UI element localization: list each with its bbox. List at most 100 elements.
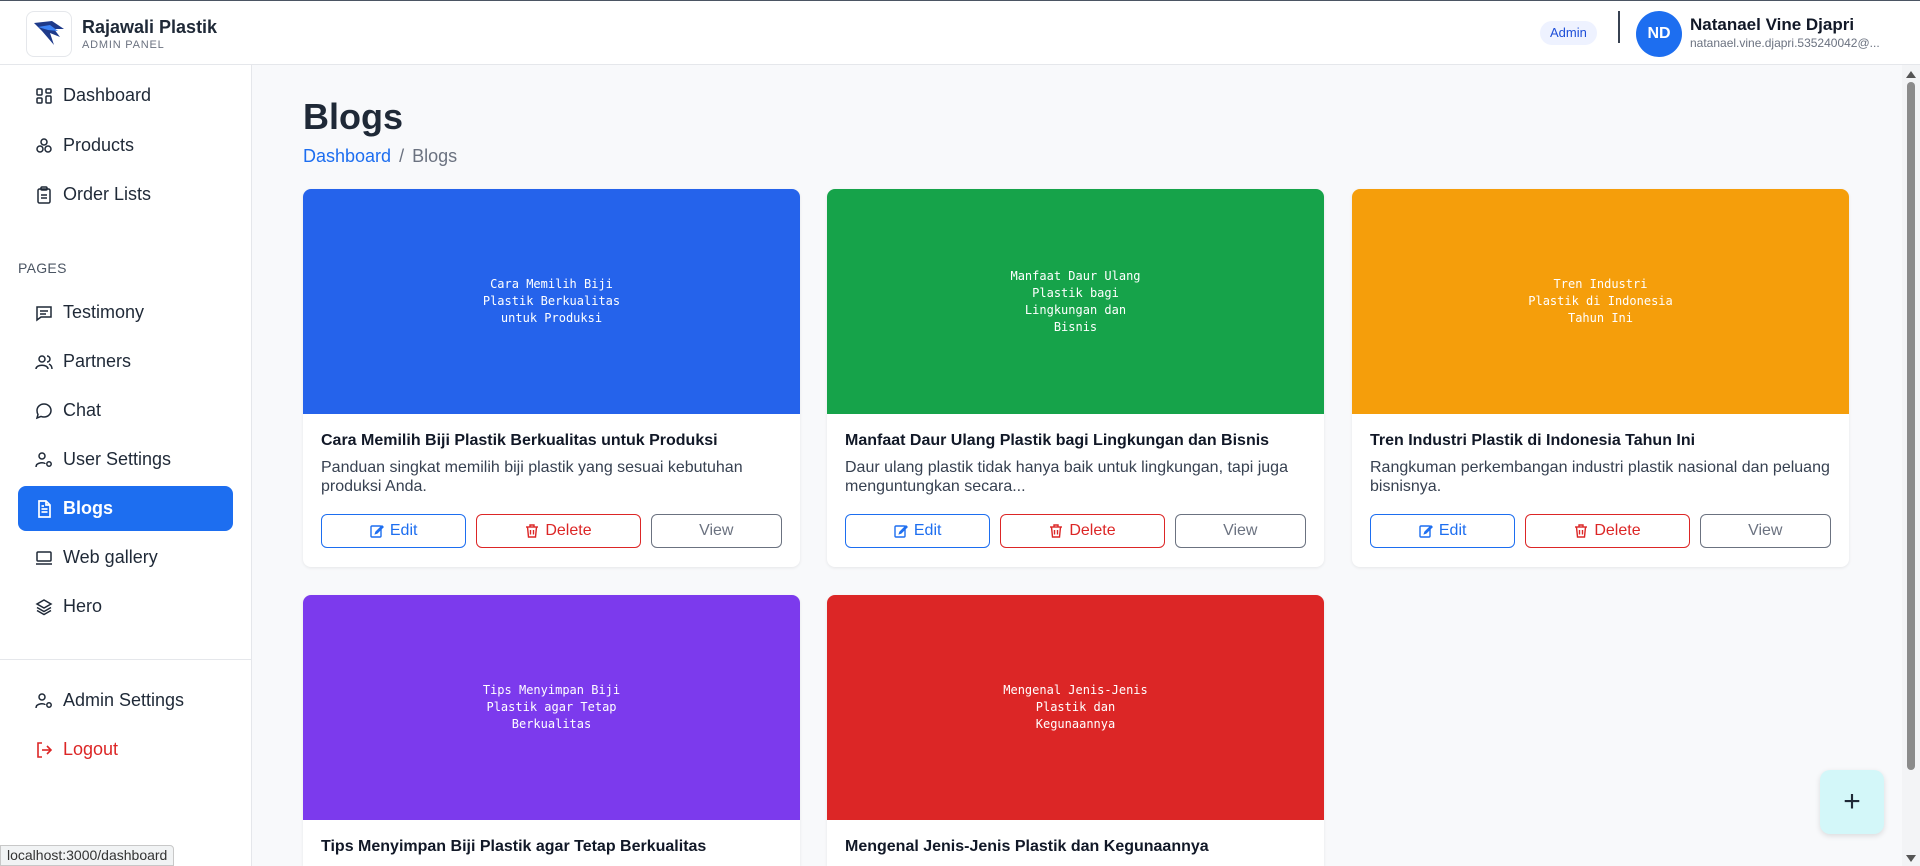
sidebar-item-products[interactable]: Products (18, 123, 233, 168)
blog-card-description: Panduan singkat memilih biji plastik yan… (321, 459, 743, 495)
delete-button[interactable]: Delete (476, 514, 641, 548)
sidebar-item-label: Testimony (63, 302, 145, 322)
products-icon (36, 137, 52, 153)
blog-card: Manfaat Daur Ulang Plastik bagi Lingkung… (827, 189, 1324, 567)
sidebar-item-label: Dashboard (63, 85, 152, 105)
add-blog-button[interactable]: + (1820, 770, 1884, 834)
sidebar-item-label: User Settings (63, 449, 172, 469)
sidebar-item-user-settings[interactable]: User Settings (18, 437, 233, 482)
sidebar-item-logout[interactable]: Logout (18, 727, 233, 772)
top-header: Rajawali Plastik ADMIN PANEL Admin ND Na… (0, 0, 1920, 65)
sidebar-item-admin-settings[interactable]: Admin Settings (18, 678, 233, 723)
sidebar-item-label: Web gallery (63, 547, 158, 567)
sidebar-item-label: Partners (63, 351, 132, 371)
edit-button[interactable]: Edit (845, 514, 991, 548)
delete-button[interactable]: Delete (1525, 514, 1690, 548)
page-scrollbar[interactable] (1902, 65, 1920, 866)
sidebar-item-label: Blogs (63, 498, 114, 518)
file-text-icon (38, 499, 51, 518)
delete-button-label: Delete (1069, 522, 1116, 539)
delete-button-label: Delete (1594, 522, 1641, 539)
breadcrumb-current: Blogs (412, 146, 458, 166)
message-square-icon (36, 305, 52, 321)
user-cog-icon (35, 692, 52, 708)
blog-card-image[interactable]: Manfaat Daur Ulang Plastik bagi Lingkung… (827, 189, 1324, 414)
clipboard-icon (37, 185, 51, 204)
blog-card-image-text: Manfaat Daur Ulang Plastik bagi Lingkung… (1010, 268, 1141, 334)
blog-card: Tips Menyimpan Biji Plastik agar Tetap B… (303, 595, 800, 866)
brand[interactable]: Rajawali Plastik ADMIN PANEL (26, 11, 217, 57)
dashboard-icon (36, 87, 52, 104)
blog-card-title: Mengenal Jenis-Jenis Plastik dan Kegunaa… (845, 838, 1209, 855)
edit-button[interactable]: Edit (1370, 514, 1516, 548)
monitor-icon (36, 550, 52, 565)
delete-button-label: Delete (545, 522, 592, 539)
layers-icon (35, 598, 53, 615)
view-button[interactable]: View (1174, 514, 1306, 548)
trash-icon (1575, 524, 1588, 538)
trash-icon (526, 524, 539, 538)
sidebar-item-label: Hero (63, 596, 103, 616)
blog-card-description: Rangkuman perkembangan industri plastik … (1370, 459, 1830, 495)
blog-card: Tren Industri Plastik di Indonesia Tahun… (1352, 189, 1849, 567)
breadcrumb: Dashboard / Blogs (303, 146, 457, 167)
chat-bubble-icon (35, 402, 52, 419)
edit-icon (894, 525, 908, 538)
trash-icon (1050, 524, 1063, 538)
edit-button-label: Edit (1438, 522, 1467, 539)
sidebar: Dashboard Products Order Lists PAGES Tes… (0, 65, 252, 866)
scroll-down-arrow-icon[interactable] (1906, 855, 1916, 862)
logout-icon (37, 741, 53, 758)
view-button[interactable]: View (1699, 514, 1831, 548)
sidebar-item-label: Order Lists (63, 184, 152, 204)
blog-card-image-text: Mengenal Jenis-Jenis Plastik dan Kegunaa… (1003, 683, 1148, 731)
blog-card-image[interactable]: Tren Industri Plastik di Indonesia Tahun… (1352, 189, 1849, 414)
breadcrumb-separator: / (399, 146, 405, 166)
sidebar-item-label: Admin Settings (63, 690, 185, 710)
edit-icon (370, 525, 384, 538)
blog-card-image[interactable]: Mengenal Jenis-Jenis Plastik dan Kegunaa… (827, 595, 1324, 820)
breadcrumb-home-link[interactable]: Dashboard (303, 146, 391, 166)
sidebar-item-label: Chat (63, 400, 102, 420)
sidebar-item-label: Logout (63, 739, 119, 759)
sidebar-item-blogs[interactable]: Blogs (18, 486, 233, 531)
header-divider (1618, 11, 1620, 43)
blog-card-image[interactable]: Cara Memilih Biji Plastik Berkualitas un… (303, 189, 800, 414)
edit-button[interactable]: Edit (321, 514, 467, 548)
view-button[interactable]: View (650, 514, 782, 548)
blog-card-title: Cara Memilih Biji Plastik Berkualitas un… (321, 432, 718, 449)
blog-card-image[interactable]: Tips Menyimpan Biji Plastik agar Tetap B… (303, 595, 800, 820)
blog-card-title: Manfaat Daur Ulang Plastik bagi Lingkung… (845, 432, 1270, 449)
blog-card-title: Tips Menyimpan Biji Plastik agar Tetap B… (321, 838, 707, 855)
blog-card-image-text: Tips Menyimpan Biji Plastik agar Tetap B… (482, 683, 621, 731)
eagle-logo-icon (34, 21, 64, 45)
user-name: Natanael Vine Djapri (1690, 15, 1855, 34)
sidebar-item-order-lists[interactable]: Order Lists (18, 172, 233, 217)
brand-name: Rajawali Plastik (82, 17, 218, 37)
sidebar-item-dashboard[interactable]: Dashboard (18, 73, 233, 118)
user-cog-icon (35, 451, 52, 467)
edit-button-label: Edit (913, 522, 942, 539)
page-title: Blogs (303, 96, 404, 137)
sidebar-item-partners[interactable]: Partners (18, 339, 233, 384)
blog-card: Cara Memilih Biji Plastik Berkualitas un… (303, 189, 800, 567)
edit-icon (1419, 525, 1433, 538)
sidebar-item-web-gallery[interactable]: Web gallery (18, 535, 233, 580)
brand-logo (26, 11, 72, 57)
scroll-up-arrow-icon[interactable] (1906, 71, 1916, 78)
users-icon (35, 354, 53, 369)
sidebar-item-chat[interactable]: Chat (18, 388, 233, 433)
blog-card-title: Tren Industri Plastik di Indonesia Tahun… (1370, 432, 1696, 449)
blog-card-image-text: Cara Memilih Biji Plastik Berkualitas un… (482, 277, 621, 325)
blog-card: Mengenal Jenis-Jenis Plastik dan Kegunaa… (827, 595, 1324, 866)
delete-button[interactable]: Delete (1000, 514, 1165, 548)
scroll-thumb[interactable] (1907, 82, 1915, 770)
sidebar-item-hero[interactable]: Hero (18, 584, 233, 629)
blog-card-description: Daur ulang plastik tidak hanya baik untu… (845, 459, 1288, 495)
sidebar-divider (0, 659, 251, 660)
avatar[interactable]: ND (1636, 11, 1682, 57)
brand-subtitle: ADMIN PANEL (82, 39, 165, 51)
sidebar-item-testimony[interactable]: Testimony (18, 290, 233, 335)
blog-card-image-text: Tren Industri Plastik di Indonesia Tahun… (1528, 277, 1673, 325)
role-badge: Admin (1540, 21, 1597, 45)
